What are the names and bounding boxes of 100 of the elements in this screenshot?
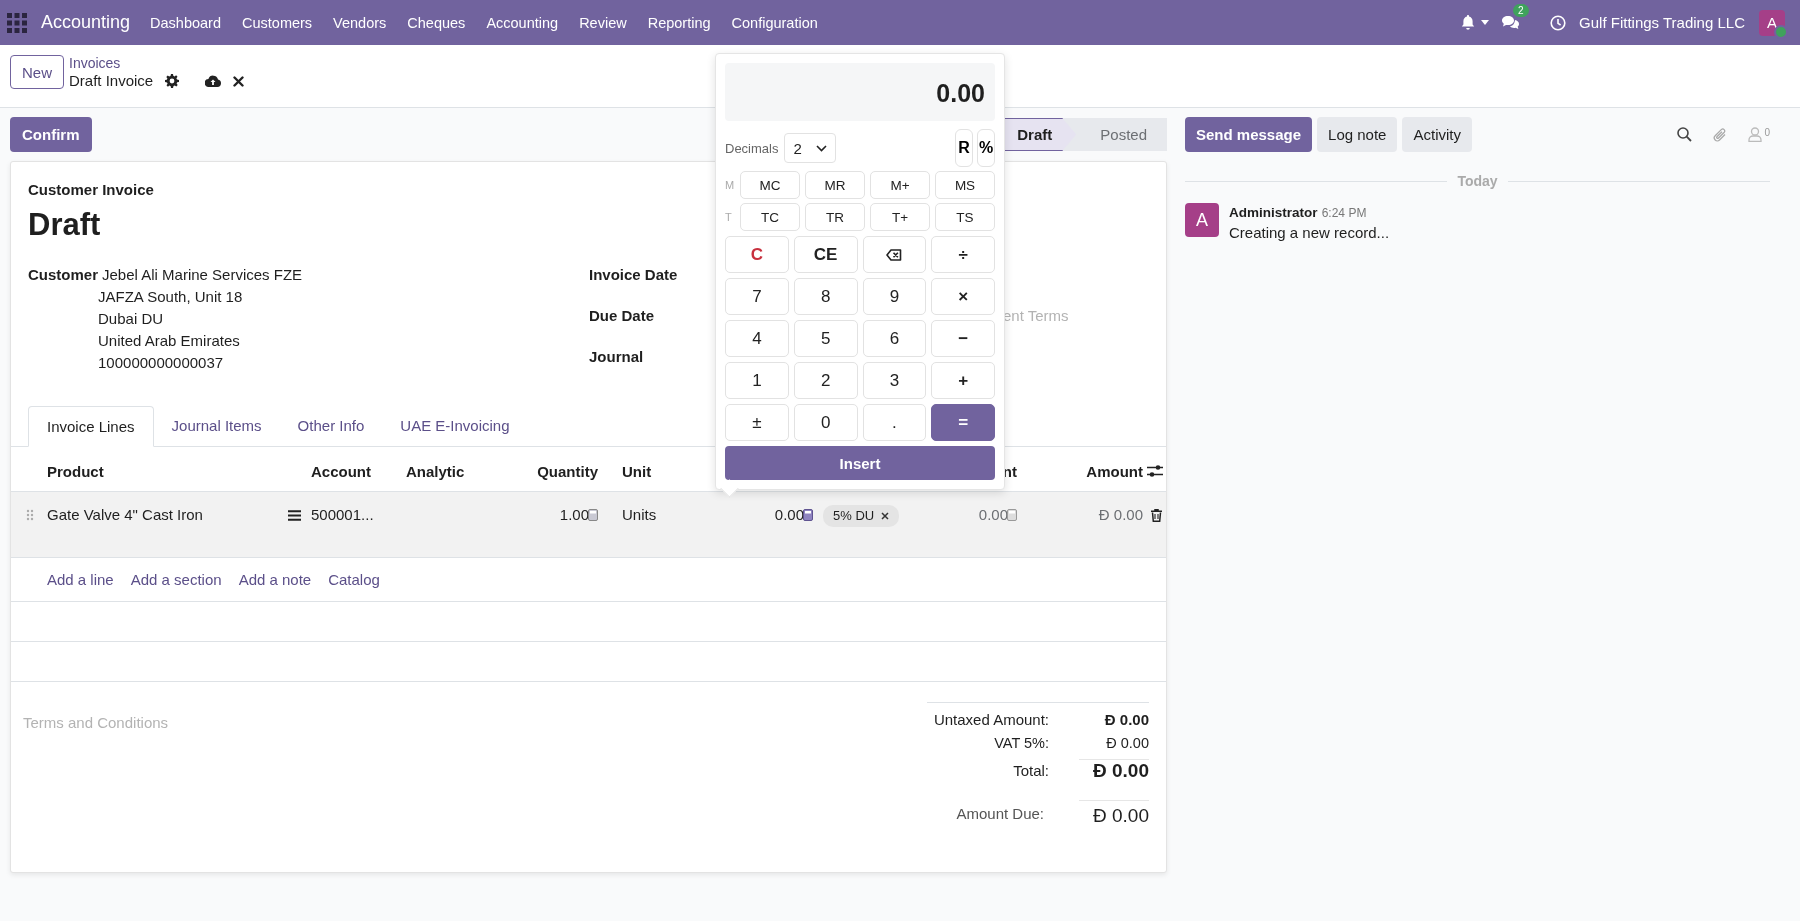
total-value: Đ 0.00 <box>1103 710 1149 728</box>
trash-icon[interactable] <box>1151 509 1162 522</box>
calculator-display: 0.00 <box>725 63 995 121</box>
tape-key[interactable]: T+ <box>870 203 930 231</box>
table-cell[interactable]: 500001... <box>311 505 406 525</box>
memory-key[interactable]: M+ <box>870 171 930 199</box>
calculator-key[interactable]: 0 <box>793 404 858 441</box>
menu-item[interactable]: Vendors <box>333 14 387 31</box>
add-line-link[interactable]: Add a line <box>47 571 114 588</box>
menu-item[interactable]: Review <box>579 14 627 31</box>
close-icon[interactable] <box>881 512 890 520</box>
table-cell[interactable]: 0.00 <box>774 505 804 525</box>
customer-name[interactable]: Jebel Ali Marine Services FZE <box>102 264 303 286</box>
calculator-key[interactable]: = <box>931 404 995 441</box>
calculator-key[interactable]: 9 <box>862 278 927 315</box>
breadcrumb-link[interactable]: Invoices <box>69 55 245 71</box>
column-header[interactable]: Quantity <box>506 462 598 480</box>
calculator-key[interactable]: 3 <box>862 362 927 399</box>
apps-grid-icon[interactable] <box>7 12 27 33</box>
menu-item[interactable]: Dashboard <box>150 14 221 31</box>
decimals-select[interactable]: 2 <box>784 133 836 163</box>
insert-button[interactable]: Insert <box>725 446 995 480</box>
calculator-key[interactable]: 4 <box>725 320 789 357</box>
memory-key[interactable]: MS <box>935 171 995 199</box>
calculator-key[interactable]: − <box>931 320 995 357</box>
table-cell[interactable]: 0.00 <box>978 505 1008 525</box>
confirm-button[interactable]: Confirm <box>10 117 92 152</box>
table-cell[interactable]: Gate Valve 4" Cast Iron <box>47 505 203 525</box>
status-step[interactable]: Posted <box>1076 118 1167 151</box>
settings-icon[interactable] <box>165 74 180 88</box>
column-header[interactable]: Unit <box>598 462 713 480</box>
discard-icon[interactable] <box>233 75 245 87</box>
search-icon[interactable] <box>1677 127 1693 142</box>
bell-icon[interactable] <box>1461 15 1476 30</box>
drag-handle-icon[interactable] <box>26 509 34 521</box>
user-avatar[interactable]: A <box>1759 9 1785 36</box>
menu-item[interactable]: Cheques <box>407 14 466 31</box>
menu-item[interactable]: Configuration <box>731 14 818 31</box>
add-line-link[interactable]: Add a section <box>130 571 222 588</box>
calculator-key[interactable]: 6 <box>862 320 927 357</box>
calculator-key[interactable]: R <box>955 129 973 167</box>
calculator-key[interactable]: 5 <box>793 320 858 357</box>
calculator-icon[interactable] <box>588 509 598 521</box>
calculator-key[interactable]: + <box>931 362 995 399</box>
chatter-button[interactable]: Activity <box>1402 117 1472 152</box>
tape-key[interactable]: TR <box>805 203 865 231</box>
clock-icon[interactable] <box>1550 14 1567 31</box>
cloud-upload-icon[interactable] <box>205 75 222 87</box>
menu-item[interactable]: Accounting <box>486 14 559 31</box>
add-line-link[interactable]: Add a note <box>238 571 312 588</box>
table-cell[interactable]: Units <box>598 505 713 525</box>
paperclip-icon[interactable] <box>1713 126 1728 143</box>
invoice-type: Customer Invoice <box>28 180 154 200</box>
backspace-key[interactable] <box>862 236 927 273</box>
memory-key[interactable]: MR <box>805 171 865 199</box>
memory-key[interactable]: MC <box>740 171 800 199</box>
calculator-key[interactable]: 8 <box>793 278 858 315</box>
calculator-icon[interactable] <box>803 509 813 521</box>
message-author[interactable]: Administrator <box>1229 205 1318 220</box>
calculator-key[interactable]: ÷ <box>931 236 995 273</box>
sliders-icon[interactable] <box>1147 464 1163 478</box>
new-button[interactable]: New <box>10 55 64 89</box>
tab[interactable]: Other Info <box>279 406 383 446</box>
calculator-key[interactable]: × <box>931 278 995 315</box>
menu-item[interactable]: Customers <box>242 14 313 31</box>
calculator-key[interactable]: CE <box>793 236 858 273</box>
calculator-key[interactable]: . <box>862 404 927 441</box>
total-label: Amount Due: <box>956 804 1044 822</box>
tape-key[interactable]: TC <box>740 203 800 231</box>
calculator-icon[interactable] <box>1007 509 1017 521</box>
tab[interactable]: UAE E-Invoicing <box>382 406 528 446</box>
calculator-key[interactable]: C <box>725 236 789 273</box>
calculator-key[interactable]: 2 <box>793 362 858 399</box>
chatter-button[interactable]: Log note <box>1317 117 1398 152</box>
backspace-icon <box>886 248 903 261</box>
app-name[interactable]: Accounting <box>41 12 131 33</box>
memory-label: M <box>725 179 735 191</box>
field-label: Invoice Date <box>589 265 678 285</box>
menu-item[interactable]: Reporting <box>647 14 711 31</box>
company-name[interactable]: Gulf Fittings Trading LLC <box>1579 14 1745 31</box>
calculator-key[interactable]: % <box>977 129 995 167</box>
column-header[interactable]: Analytic <box>406 462 506 480</box>
add-line-link[interactable]: Catalog <box>328 571 380 588</box>
chatter-button[interactable]: Send message <box>1185 117 1313 152</box>
column-header[interactable]: Product <box>47 462 311 480</box>
table-cell[interactable]: 1.00 <box>559 505 589 525</box>
calculator-key[interactable]: 7 <box>725 278 789 315</box>
address-line: Dubai DU <box>98 309 165 329</box>
tab[interactable]: Invoice Lines <box>28 406 154 447</box>
column-header[interactable]: Amount <box>1017 462 1143 480</box>
tax-tag[interactable]: 5% DU <box>823 505 900 527</box>
chat-icon[interactable] <box>1501 15 1521 30</box>
caret-icon[interactable] <box>1481 20 1490 25</box>
calculator-key[interactable]: ± <box>725 404 789 441</box>
author-avatar[interactable]: A <box>1185 203 1219 237</box>
calculator-key[interactable]: 1 <box>725 362 789 399</box>
tape-key[interactable]: TS <box>935 203 995 231</box>
menu-icon[interactable] <box>288 509 301 521</box>
column-header[interactable]: Account <box>311 462 406 480</box>
tab[interactable]: Journal Items <box>153 406 280 446</box>
